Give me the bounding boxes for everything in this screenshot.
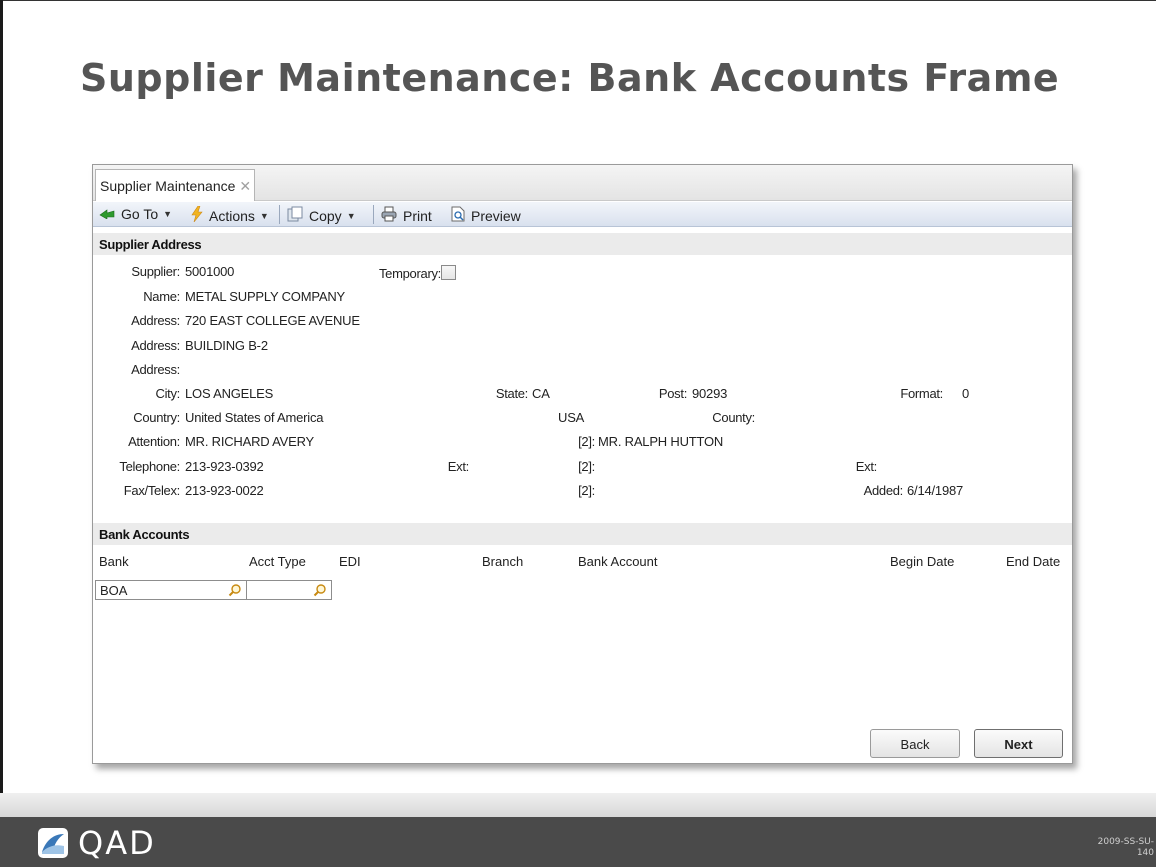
qad-logo-mark-icon — [38, 828, 68, 858]
preview-label: Preview — [471, 207, 521, 224]
format-value: 0 — [962, 386, 970, 401]
goto-button[interactable]: Go To ▼ — [99, 206, 172, 222]
printer-icon — [381, 206, 397, 225]
goto-label: Go To — [121, 206, 159, 222]
telephone2-label: [2]: — [578, 459, 595, 474]
bank-value: BOA — [100, 583, 128, 598]
column-header-end-date[interactable]: End Date — [1006, 554, 1060, 569]
qad-logo: QAD — [38, 827, 156, 859]
preview-button[interactable]: Preview — [451, 206, 521, 225]
chevron-down-icon: ▼ — [163, 209, 173, 219]
fax-value: 213-923-0022 — [185, 483, 264, 498]
slide: Supplier Maintenance: Bank Accounts Fram… — [0, 0, 1156, 867]
tab-label: Supplier Maintenance — [100, 178, 236, 194]
back-button[interactable]: Back — [870, 729, 960, 758]
telephone-value: 213-923-0392 — [185, 459, 264, 474]
copy-label: Copy — [309, 207, 342, 224]
fax-label: Fax/Telex: — [123, 483, 181, 498]
column-header-bank-account[interactable]: Bank Account — [578, 554, 658, 569]
footer-strip — [0, 793, 1156, 817]
slide-title: Supplier Maintenance: Bank Accounts Fram… — [80, 56, 1060, 100]
county-label: County: — [712, 410, 755, 425]
state-label: State: — [495, 386, 528, 401]
attention2-value: MR. RALPH HUTTON — [598, 434, 724, 449]
column-header-branch[interactable]: Branch — [482, 554, 523, 569]
column-header-edi[interactable]: EDI — [339, 554, 361, 569]
temporary-label: Temporary: — [378, 266, 441, 281]
actions-label: Actions — [209, 207, 255, 224]
added-label: Added: — [863, 483, 904, 498]
search-icon[interactable] — [313, 583, 327, 600]
slide-code-line1: 2009-SS-SU- — [1097, 837, 1154, 847]
column-header-acct-type[interactable]: Acct Type — [249, 554, 306, 569]
attention-value: MR. RICHARD AVERY — [185, 434, 315, 449]
goto-arrow-icon — [99, 206, 115, 222]
slide-left-border — [0, 0, 3, 793]
country-value: United States of America — [185, 410, 324, 425]
supplier-label: Supplier: — [131, 264, 180, 279]
close-icon[interactable]: ✕ — [239, 178, 251, 194]
column-header-begin-date[interactable]: Begin Date — [890, 554, 954, 569]
toolbar-divider — [373, 205, 374, 224]
added-value: 6/14/1987 — [907, 483, 964, 498]
chevron-down-icon: ▼ — [259, 210, 269, 221]
print-label: Print — [403, 207, 432, 224]
tab-supplier-maintenance[interactable]: Supplier Maintenance ✕ — [95, 169, 255, 201]
toolbar: Go To ▼ Actions ▼ Copy ▼ Print Preview — [93, 202, 1072, 227]
app-window: Supplier Maintenance✕ Go To ▼ Actions ▼ — [92, 164, 1073, 764]
bank-lookup-field[interactable]: BOA — [95, 580, 247, 600]
bank-accounts-header: Bank Accounts — [93, 523, 1072, 545]
chevron-down-icon: ▼ — [346, 210, 356, 221]
address1-value: 720 EAST COLLEGE AVENUE — [185, 313, 360, 328]
city-value: LOS ANGELES — [185, 386, 274, 401]
slide-top-border — [0, 0, 1156, 1]
format-label: Format: — [900, 386, 943, 401]
post-value: 90293 — [692, 386, 728, 401]
copy-icon — [287, 206, 303, 225]
city-label: City: — [155, 386, 180, 401]
preview-document-icon — [451, 206, 465, 225]
post-label: Post: — [658, 386, 687, 401]
lightning-icon — [191, 205, 203, 225]
toolbar-divider — [279, 205, 280, 224]
address2-label: Address: — [131, 338, 180, 353]
attention-label: Attention: — [128, 434, 180, 449]
copy-button[interactable]: Copy ▼ — [287, 206, 356, 225]
qad-logo-text: QAD — [78, 824, 156, 862]
country-label: Country: — [133, 410, 180, 425]
search-icon[interactable] — [228, 583, 242, 600]
name-value: METAL SUPPLY COMPANY — [185, 289, 345, 304]
address1-label: Address: — [131, 313, 180, 328]
state-value: CA — [532, 386, 550, 401]
country-code-value: USA — [558, 410, 585, 425]
telephone-label: Telephone: — [119, 459, 180, 474]
print-button[interactable]: Print — [381, 206, 432, 225]
supplier-address-header: Supplier Address — [93, 233, 1072, 255]
slide-code-line2: 140 — [1136, 848, 1154, 858]
supplier-value: 5001000 — [185, 264, 235, 279]
name-label: Name: — [143, 289, 180, 304]
address3-label: Address: — [131, 362, 180, 377]
footer: QAD 2009-SS-SU- 140 — [0, 817, 1156, 867]
temporary-checkbox[interactable] — [441, 265, 456, 280]
next-button[interactable]: Next — [974, 729, 1063, 758]
fax2-label: [2]: — [578, 483, 595, 498]
ext2-label: Ext: — [855, 459, 878, 474]
address2-value: BUILDING B-2 — [185, 338, 268, 353]
acct-type-lookup-field[interactable] — [246, 580, 332, 600]
actions-button[interactable]: Actions ▼ — [191, 205, 269, 225]
ext-label: Ext: — [447, 459, 470, 474]
column-header-bank[interactable]: Bank — [99, 554, 129, 569]
attention2-label: [2]: — [578, 434, 595, 449]
slide-code: 2009-SS-SU- 140 — [1098, 837, 1154, 859]
tab-bar: Supplier Maintenance ✕ — [93, 165, 1072, 201]
